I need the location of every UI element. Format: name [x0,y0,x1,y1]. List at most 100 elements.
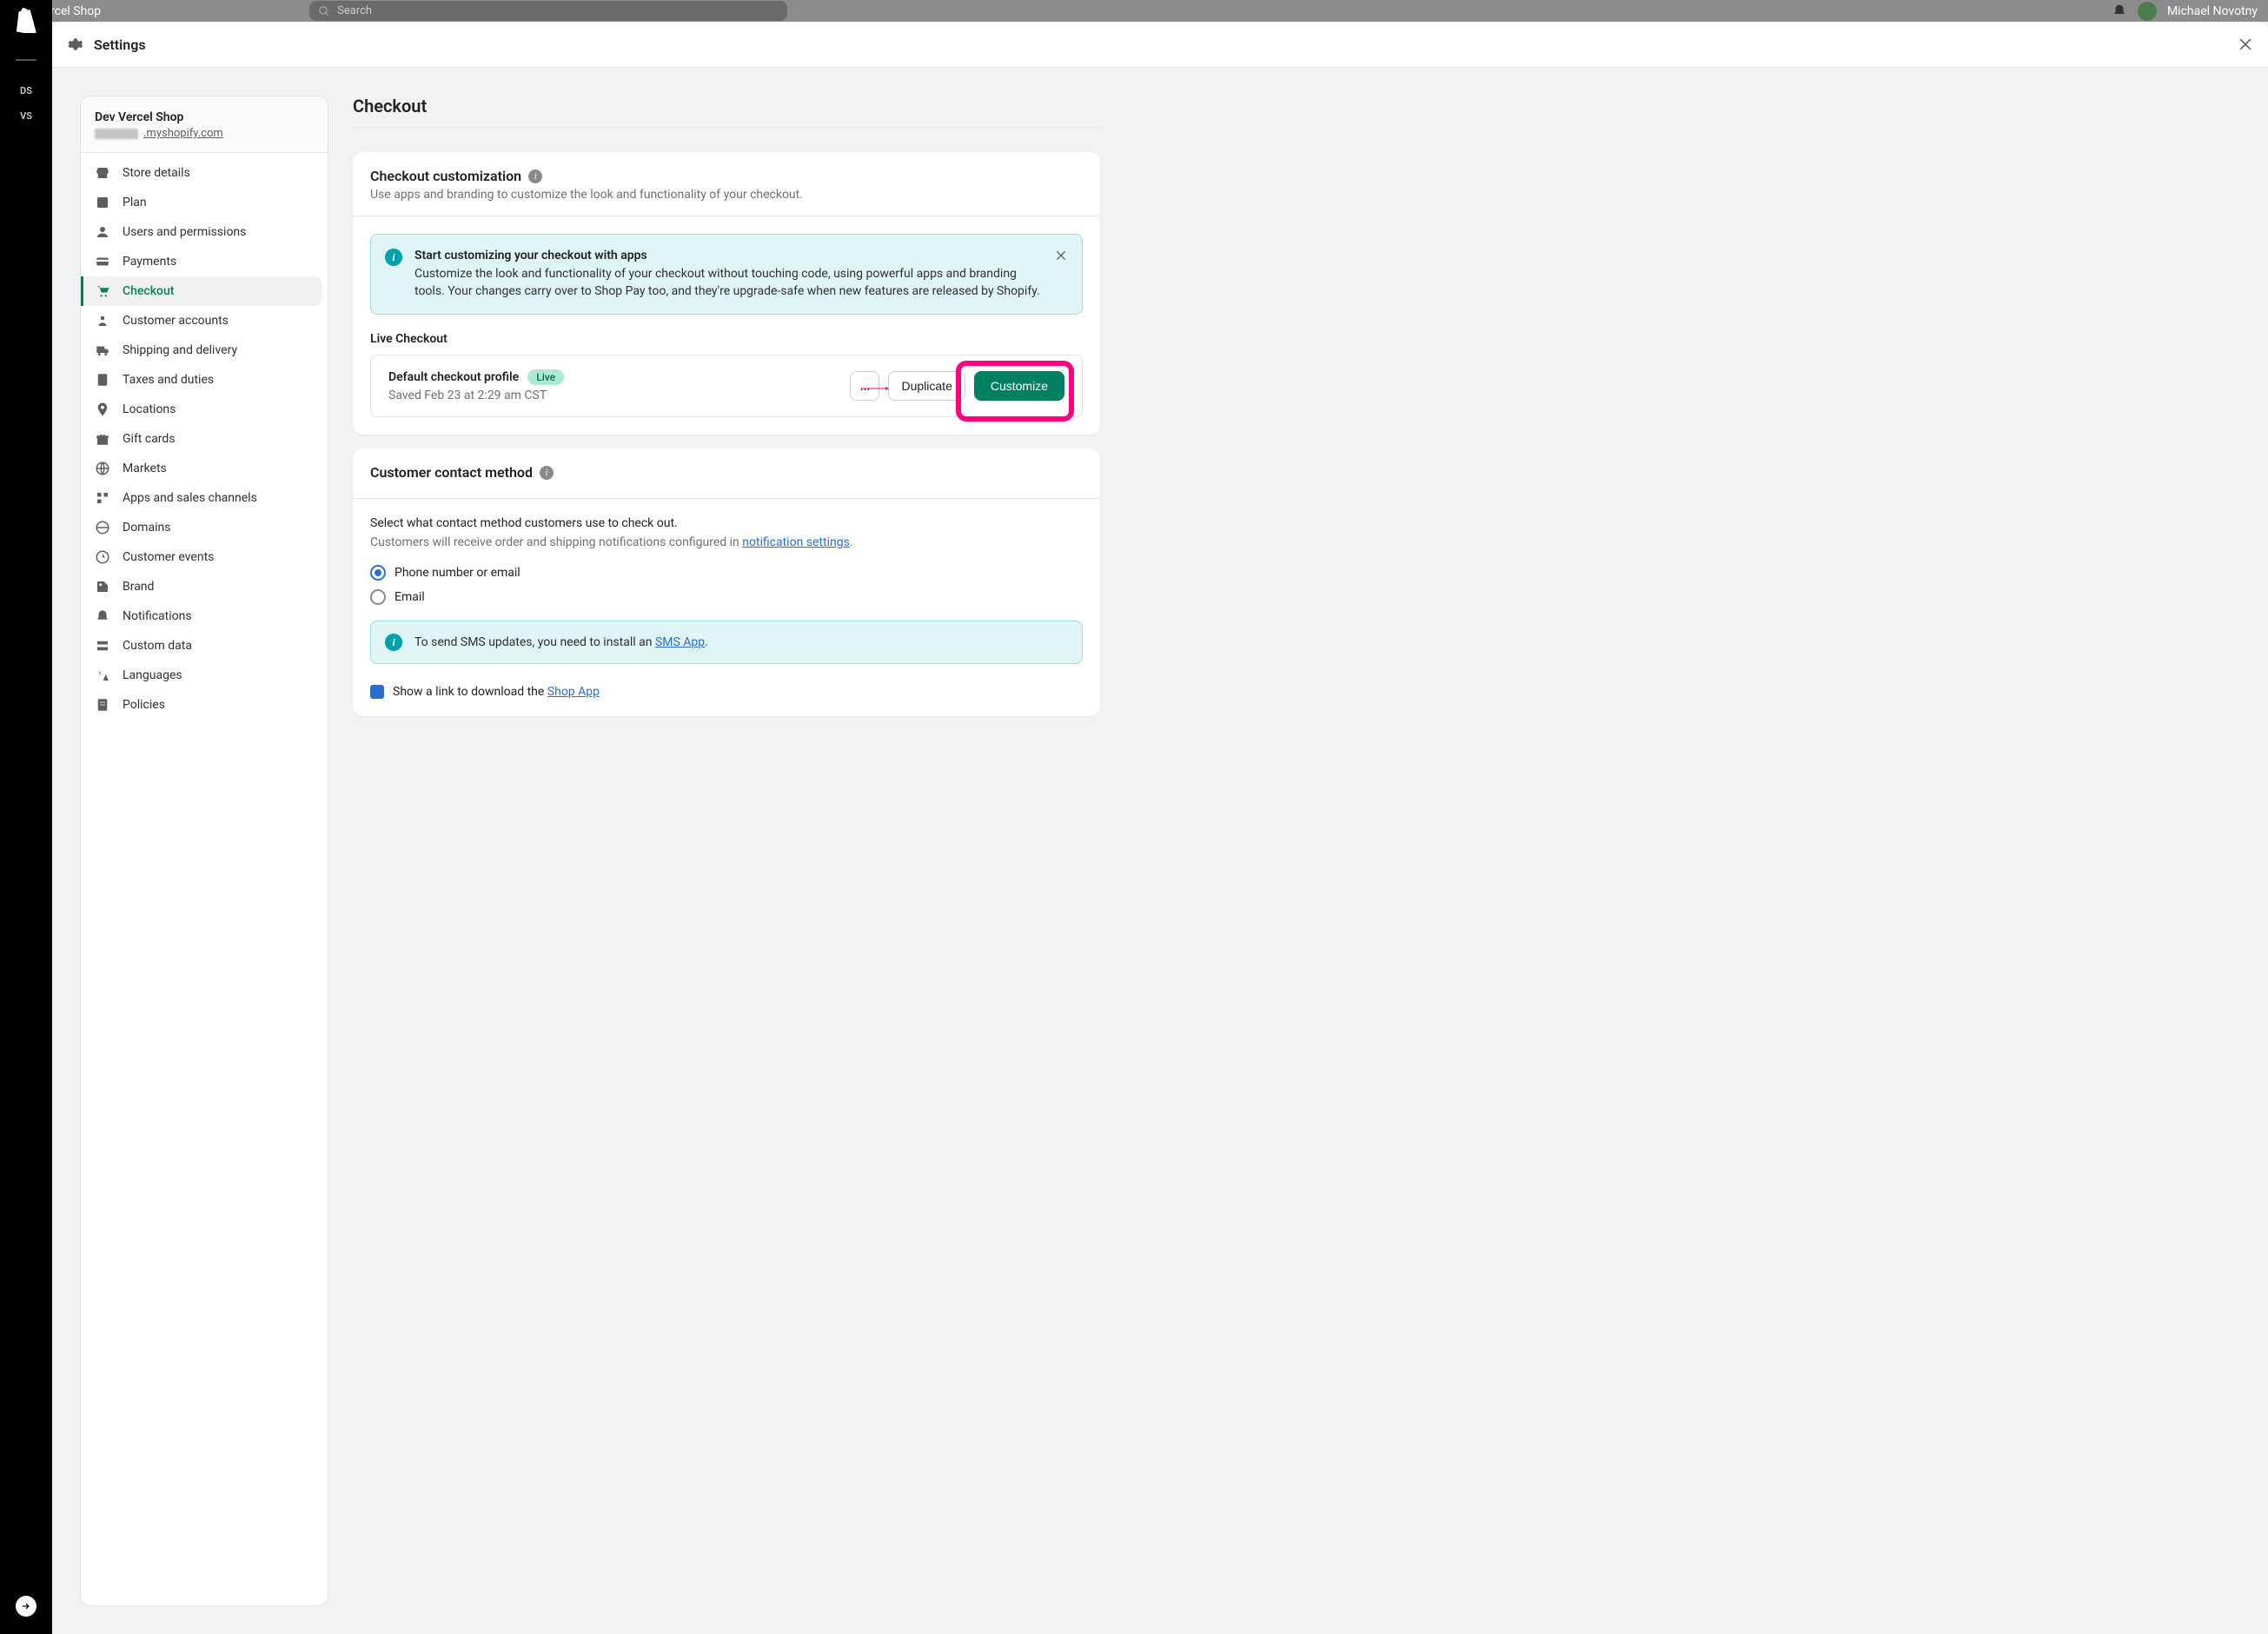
main-content: Checkout Checkout customization i Use ap… [353,96,1100,1606]
topbar-search[interactable]: Search [309,1,787,21]
contact-method-card: Customer contact method i Select what co… [353,448,1100,716]
customization-title: Checkout customization [370,168,521,184]
more-button[interactable]: ... [850,371,879,401]
domains-icon [95,520,110,535]
nav-payments[interactable]: Payments [81,247,328,276]
users-icon [95,224,110,240]
profile-title: Default checkout profile [388,370,519,384]
brand-icon [95,579,110,594]
radio-phone-email[interactable]: Phone number or email [370,565,1083,581]
store-domain-link[interactable]: .myshopify.com [143,127,223,140]
info-icon[interactable]: i [528,169,542,183]
nav-policies[interactable]: Policies [81,690,328,720]
live-badge: Live [527,369,564,385]
plan-icon [95,195,110,210]
contact-title: Customer contact method [370,464,533,481]
settings-sidebar: Dev Vercel Shop .myshopify.com Store det… [80,96,328,1606]
search-placeholder: Search [337,4,372,17]
settings-modal: Settings Dev Vercel Shop .myshopify.com … [52,22,2268,1634]
radio-icon [370,565,386,581]
checkbox-icon [370,685,384,699]
nav-domains[interactable]: Domains [81,513,328,542]
nav-custom-data[interactable]: Custom data [81,631,328,661]
nav-events[interactable]: Customer events [81,542,328,572]
taxes-icon [95,372,110,388]
bell-icon [95,608,110,624]
sms-banner: i To send SMS updates, you need to insta… [370,621,1083,664]
person-icon [95,313,110,329]
topbar-user-name: Michael Novotny [2167,4,2258,18]
banner-close-icon[interactable] [1054,249,1068,262]
store-name: Dev Vercel Shop [95,110,314,124]
globe-icon [95,461,110,476]
events-icon [95,549,110,565]
contact-subtext: Customers will receive order and shippin… [370,535,1083,549]
customization-header: Checkout customization i Use apps and br… [353,152,1100,216]
customization-card: Checkout customization i Use apps and br… [353,152,1100,435]
gear-icon [66,36,83,53]
nav-customer-accounts[interactable]: Customer accounts [81,306,328,335]
customize-button[interactable]: Customize [974,371,1064,401]
checkout-profile-row: Default checkout profile Live Saved Feb … [370,355,1083,417]
cart-icon [95,283,110,299]
payments-icon [95,254,110,269]
rail-item-ds[interactable]: DS [0,78,52,103]
contact-header: Customer contact method i [353,448,1100,499]
nav-markets[interactable]: Markets [81,454,328,483]
page-title: Checkout [353,96,1100,116]
customization-banner: i Start customizing your checkout with a… [370,234,1083,315]
info-circle-icon: i [385,249,402,266]
notification-settings-link[interactable]: notification settings [742,535,850,549]
settings-title: Settings [94,37,146,53]
settings-nav: Store details Plan Users and permissions… [81,153,328,725]
store-icon [95,165,110,181]
info-circle-icon: i [385,634,402,651]
title-divider [353,127,1100,128]
nav-plan[interactable]: Plan [81,188,328,217]
policies-icon [95,697,110,713]
shipping-icon [95,342,110,358]
nav-locations[interactable]: Locations [81,395,328,424]
store-info: Dev Vercel Shop .myshopify.com [81,96,328,153]
sms-app-link[interactable]: SMS App [655,635,705,649]
domain-redacted [95,129,138,139]
nav-notifications[interactable]: Notifications [81,601,328,631]
nav-taxes[interactable]: Taxes and duties [81,365,328,395]
live-checkout-label: Live Checkout [370,332,1083,346]
contact-text: Select what contact method customers use… [370,516,1083,530]
profile-saved: Saved Feb 23 at 2:29 am CST [388,389,850,402]
rail-item-vs[interactable]: VS [0,103,52,129]
apps-icon [95,490,110,506]
left-rail: DS VS [0,0,52,1634]
nav-store-details[interactable]: Store details [81,158,328,188]
nav-users[interactable]: Users and permissions [81,217,328,247]
banner-title: Start customizing your checkout with app… [414,249,1042,262]
banner-text: Customize the look and functionality of … [414,266,1042,300]
nav-brand[interactable]: Brand [81,572,328,601]
rail-action-button[interactable] [16,1596,36,1617]
customization-subtitle: Use apps and branding to customize the l… [370,188,1083,202]
close-icon[interactable] [2237,36,2254,53]
shopify-topbar: Vercel Shop Search Michael Novotny [0,0,2268,22]
rail-divider [16,59,36,61]
user-avatar[interactable] [2138,2,2157,21]
nav-apps[interactable]: Apps and sales channels [81,483,328,513]
gift-icon [95,431,110,447]
nav-shipping[interactable]: Shipping and delivery [81,335,328,365]
radio-icon [370,589,386,605]
languages-icon [95,668,110,683]
bell-icon[interactable] [2112,3,2127,19]
nav-checkout[interactable]: Checkout [81,276,322,306]
shop-app-checkbox-row[interactable]: Show a link to download the Shop App [370,685,1083,699]
shop-app-link[interactable]: Shop App [547,685,600,699]
nav-gift-cards[interactable]: Gift cards [81,424,328,454]
shopify-bag-icon[interactable] [15,7,37,33]
radio-email[interactable]: Email [370,589,1083,605]
duplicate-button[interactable]: Duplicate [888,371,965,401]
arrow-right-icon [20,1600,32,1612]
data-icon [95,638,110,654]
settings-header: Settings [52,22,2268,68]
nav-languages[interactable]: Languages [81,661,328,690]
info-icon[interactable]: i [540,466,554,480]
search-icon [318,5,330,17]
